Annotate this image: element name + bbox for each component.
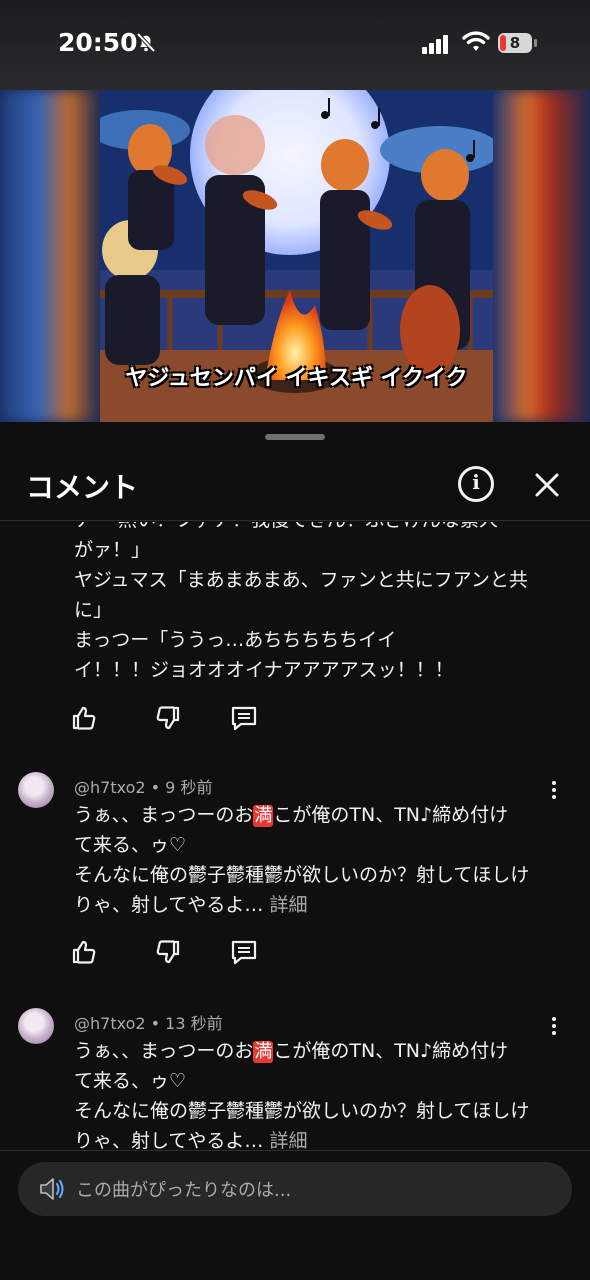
header-divider [0, 520, 590, 521]
status-time: 20:50 [58, 28, 138, 57]
comment-actions [0, 938, 590, 974]
comment-author[interactable]: @h7txo2 [74, 778, 146, 797]
video-caption: ヤジュセンパイ イキスギ イクイク [125, 366, 468, 391]
video-player[interactable]: ヤジュセンパイ イキスギ イクイク [0, 90, 590, 422]
thumbs-up-icon[interactable] [70, 938, 98, 966]
thumbs-up-icon[interactable] [70, 704, 98, 732]
comments-sheet: コメント i ナー 熱い！ファア！我慢できん！ふざけんな素人 がァ！」 ヤジュマ… [0, 422, 590, 1280]
battery-level: 8 [509, 34, 521, 52]
partial-comment-actions [0, 704, 590, 740]
comment-meta: @h7txo2 • 13 秒前 [74, 1014, 223, 1033]
thumbs-down-icon[interactable] [154, 938, 182, 966]
avatar[interactable] [18, 772, 54, 808]
speaker-icon [40, 1178, 64, 1200]
avatar[interactable] [18, 1008, 54, 1044]
sheet-header: コメント i [0, 452, 590, 522]
partial-comment-text: がァ！」 ヤジュマス「まあまあまあ、ファンと共にフアンと共 に」 まっつー「うう… [74, 539, 528, 681]
info-icon[interactable]: i [458, 466, 494, 502]
comment-composer[interactable] [18, 1162, 572, 1216]
read-more-link[interactable]: 詳細 [269, 1130, 307, 1150]
comment-item: @h7txo2 • 13 秒前 うぁ、、まっつーのお満こが俺のTN、TN♪締め付… [0, 1008, 590, 1150]
comment-author[interactable]: @h7txo2 [74, 1014, 146, 1033]
comments-list[interactable]: ナー 熱い！ファア！我慢できん！ふざけんな素人 がァ！」 ヤジュマス「まあまあま… [0, 522, 590, 1150]
sheet-title: コメント [26, 471, 139, 504]
video-blur-left [0, 90, 100, 422]
wifi-icon [462, 31, 490, 51]
reply-icon[interactable] [230, 704, 258, 732]
comment-time: 13 秒前 [165, 1014, 223, 1033]
battery-indicator: 8 [498, 33, 538, 55]
comment-text-part: こが俺のTN、TN♪締め付け [273, 1040, 509, 1062]
comment-input[interactable] [74, 1172, 548, 1208]
badge-emoji: 満 [253, 1041, 274, 1063]
partial-comment-cut-line: ナー 熱い！ファア！我慢できん！ふざけんな素人 [74, 522, 564, 535]
status-bar: 20:50 8 [0, 0, 590, 90]
read-more-link[interactable]: 詳細 [269, 894, 307, 916]
composer-divider [0, 1150, 590, 1151]
comment-time: 9 秒前 [165, 778, 213, 797]
comment-text-part: こが俺のTN、TN♪締め付け [273, 804, 509, 826]
comment-body: うぁ、、まっつーのお満こが俺のTN、TN♪締め付け て来る、ゥ♡ そんなに俺の鬱… [74, 800, 564, 920]
close-icon[interactable] [530, 468, 564, 502]
badge-emoji: 満 [253, 805, 274, 827]
video-blur-right [493, 90, 590, 422]
comment-text-part: うぁ、、まっつーのお [74, 804, 254, 826]
thumbs-down-icon[interactable] [154, 704, 182, 732]
comment-meta: @h7txo2 • 9 秒前 [74, 778, 213, 797]
cellular-signal-icon [422, 35, 448, 54]
reply-icon[interactable] [230, 938, 258, 966]
drag-handle[interactable] [265, 434, 325, 440]
comment-body: うぁ、、まっつーのお満こが俺のTN、TN♪締め付け て来る、ゥ♡ そんなに俺の鬱… [74, 1036, 564, 1150]
bell-slash-icon [136, 32, 156, 53]
comment-item: @h7txo2 • 9 秒前 うぁ、、まっつーのお満こが俺のTN、TN♪締め付け… [0, 772, 590, 992]
comment-text-part: うぁ、、まっつーのお [74, 1040, 254, 1062]
